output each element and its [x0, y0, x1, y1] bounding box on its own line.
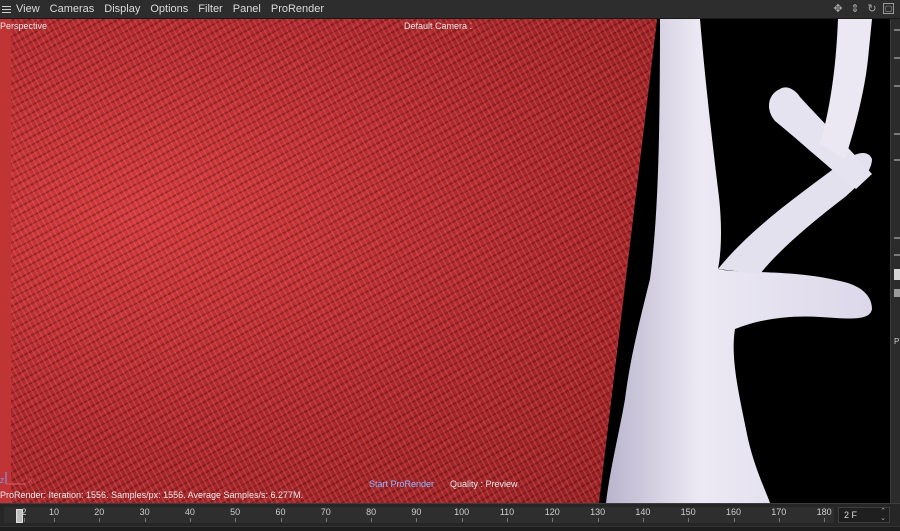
- timeline-tick-mark: [280, 518, 282, 522]
- current-frame-value: 2 F: [844, 510, 858, 520]
- timeline-tick-mark: [778, 518, 780, 522]
- timeline-tick-mark: [461, 518, 463, 522]
- panel-handle[interactable]: [894, 254, 900, 256]
- timeline-tick-label: 60: [275, 507, 286, 517]
- menu-cameras[interactable]: Cameras: [45, 0, 100, 19]
- timeline-tick-mark: [552, 518, 554, 522]
- timeline-tick-mark: [416, 518, 418, 522]
- timeline-tick-label: 90: [411, 507, 422, 517]
- timeline-tick-mark: [733, 518, 735, 522]
- camera-dots-icon: ⁚: [469, 21, 473, 31]
- timeline-tick-label: 80: [366, 507, 377, 517]
- menu-view[interactable]: View: [14, 0, 45, 19]
- timeline[interactable]: 2 10 20 30 40 50 60 70 80 90 100 110 120 130 140 150 160…: [0, 503, 900, 531]
- timeline-tick-label: 30: [139, 507, 150, 517]
- timeline-tick-mark: [235, 518, 237, 522]
- timeline-tick-label: 2: [21, 507, 27, 517]
- menu-options[interactable]: Options: [145, 0, 193, 19]
- menu-icon[interactable]: [0, 0, 14, 19]
- timeline-tick-mark: [688, 518, 690, 522]
- panel-handle[interactable]: [894, 237, 900, 239]
- axis-gizmo: Z X: [0, 472, 33, 485]
- timeline-tick-mark: [24, 518, 25, 522]
- timeline-tick-mark: [189, 518, 191, 522]
- panel-handle[interactable]: [894, 29, 900, 31]
- projection-label[interactable]: Perspective: [0, 21, 47, 31]
- timeline-tick-label: 170: [771, 507, 787, 517]
- menu-filter[interactable]: Filter: [193, 0, 227, 19]
- panel-handle[interactable]: [894, 57, 900, 59]
- panel-handle[interactable]: [894, 133, 900, 135]
- panel-handle[interactable]: [894, 289, 900, 297]
- timeline-ruler[interactable]: 2 10 20 30 40 50 60 70 80 90 100 110 120 130 140 150 160…: [4, 507, 834, 523]
- menu-display[interactable]: Display: [99, 0, 145, 19]
- quality-label[interactable]: Quality : Preview: [450, 479, 518, 489]
- frame-spinner-icon[interactable]: ⌃ ⌄: [880, 508, 886, 522]
- maximize-icon[interactable]: ▢: [883, 3, 894, 14]
- timeline-tick-label: 20: [94, 507, 105, 517]
- timeline-tick-label: 40: [184, 507, 195, 517]
- axis-z-label: Z: [0, 478, 5, 485]
- right-panel-strip: P: [890, 19, 900, 503]
- timeline-tick-label: 70: [320, 507, 331, 517]
- render-viewport[interactable]: Perspective Default Camera ⁚ Z X Start P…: [0, 19, 890, 503]
- timeline-tick-mark: [325, 518, 327, 522]
- panel-label: P: [894, 337, 900, 346]
- panel-handle[interactable]: [894, 85, 900, 87]
- timeline-tick-label: 120: [544, 507, 560, 517]
- timeline-tick-label: 130: [590, 507, 606, 517]
- timeline-tick-label: 150: [680, 507, 696, 517]
- camera-label[interactable]: Default Camera ⁚: [404, 21, 472, 32]
- timeline-tick-label: 180: [816, 507, 832, 517]
- menu-bar: View Cameras Display Options Filter Pane…: [0, 0, 900, 19]
- camera-name: Default Camera: [404, 21, 468, 31]
- white-branch-object: [606, 19, 890, 503]
- timeline-tick-label: 110: [499, 507, 515, 517]
- render-status: ProRender: Iteration: 1556. Samples/px: …: [0, 490, 304, 500]
- timeline-tick-label: 50: [230, 507, 241, 517]
- panel-handle[interactable]: [894, 159, 900, 161]
- timeline-tick-label: 100: [454, 507, 470, 517]
- timeline-tick-mark: [507, 518, 508, 522]
- timeline-tick-mark: [824, 518, 826, 522]
- current-frame-field[interactable]: 2 F ⌃ ⌄: [838, 507, 890, 523]
- axis-x-label: X: [28, 478, 33, 485]
- timeline-tick-mark: [99, 518, 101, 522]
- timeline-tick-mark: [54, 518, 55, 522]
- timeline-tick-mark: [144, 518, 146, 522]
- bottom-bar: [0, 526, 900, 531]
- rotate-icon[interactable]: ↻: [866, 2, 878, 16]
- move-icon[interactable]: ✥: [832, 2, 844, 16]
- timeline-tick-mark: [642, 518, 644, 522]
- timeline-tick-label: 140: [635, 507, 651, 517]
- start-prorender-button[interactable]: Start ProRender: [369, 479, 434, 489]
- panel-swatch[interactable]: [894, 269, 900, 280]
- menu-prorender[interactable]: ProRender: [266, 0, 329, 19]
- timeline-tick-label: 160: [725, 507, 742, 517]
- pan-icon[interactable]: ⇕: [849, 2, 861, 16]
- menu-panel[interactable]: Panel: [228, 0, 266, 19]
- timeline-tick-mark: [597, 518, 599, 522]
- timeline-tick-label: 10: [48, 507, 60, 517]
- timeline-tick-mark: [371, 518, 373, 522]
